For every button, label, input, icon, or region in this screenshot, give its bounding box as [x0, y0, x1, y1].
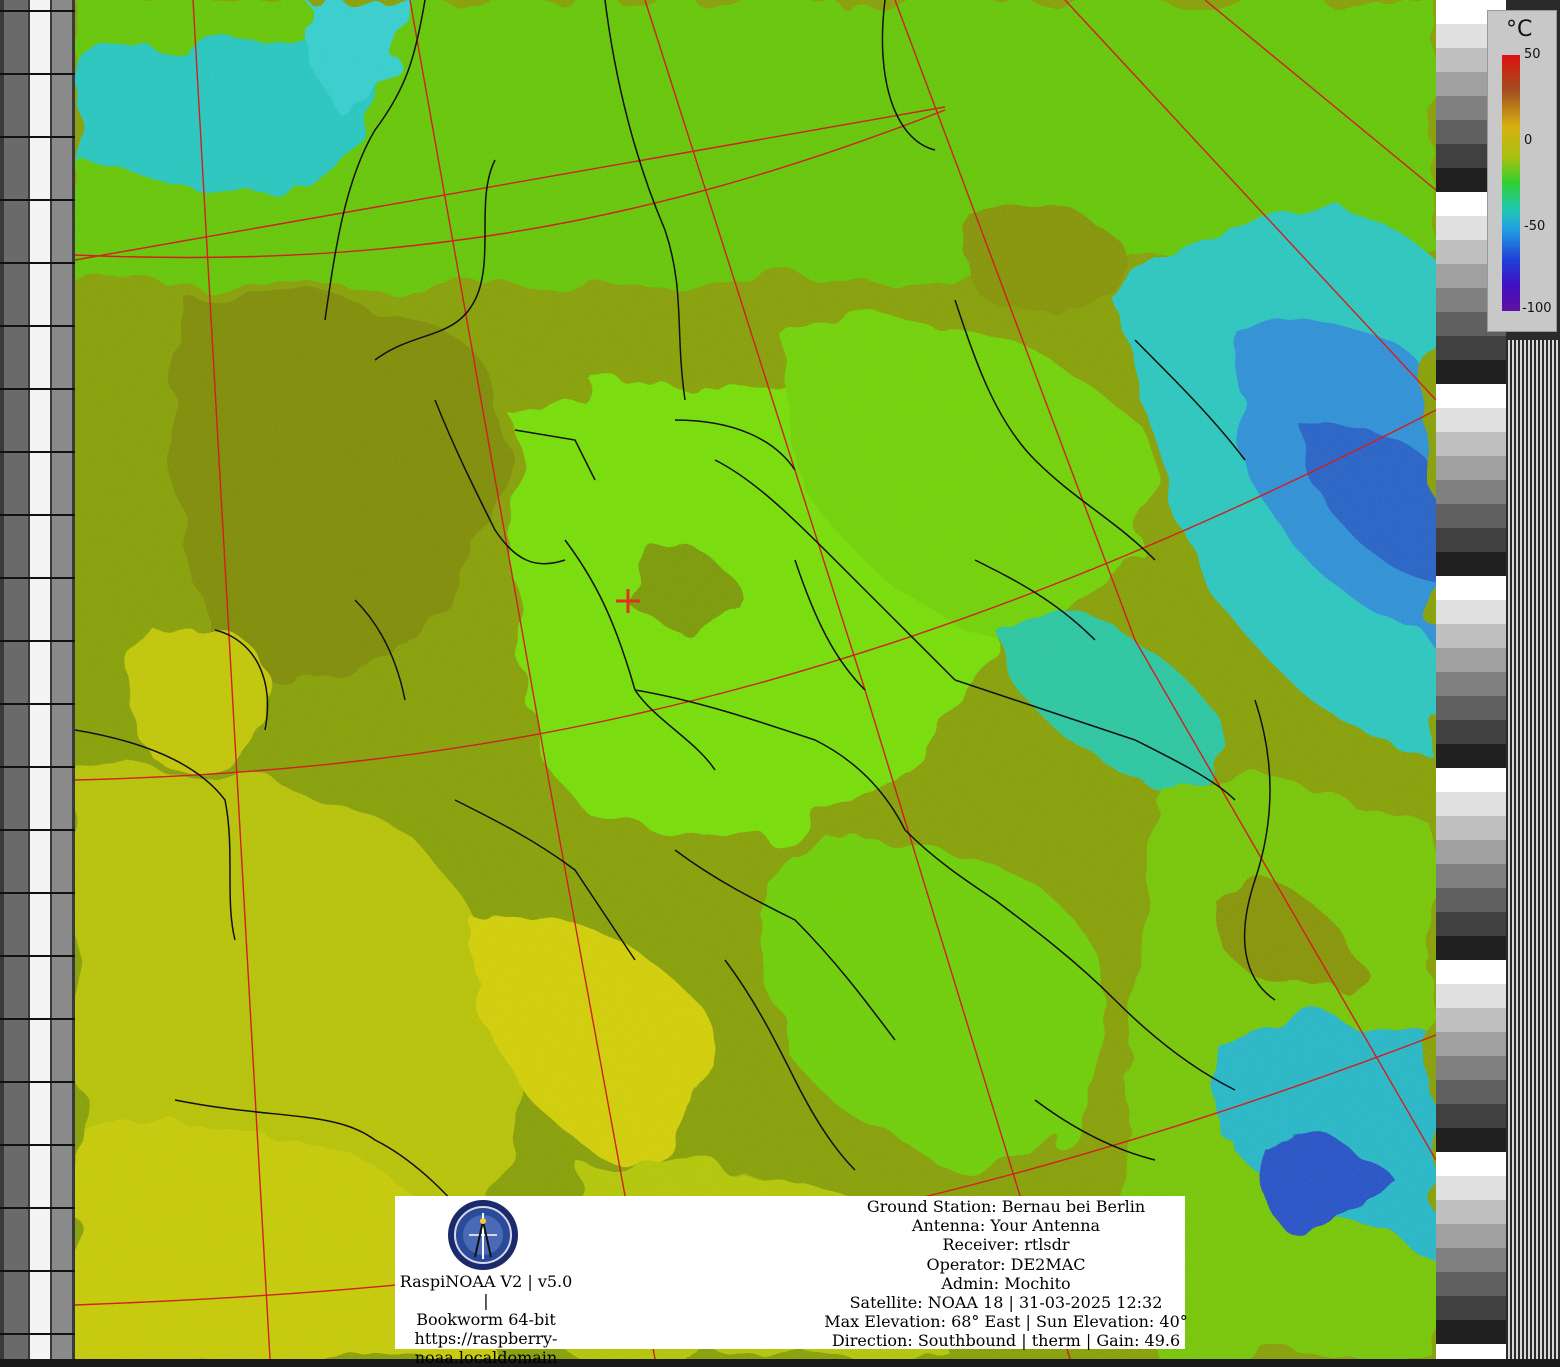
admin-line: Admin: Mochito: [941, 1273, 1071, 1293]
software-line: https://raspberry-: [414, 1329, 558, 1348]
scale-gradient-bar: [1502, 55, 1520, 311]
direction-line: Direction: Southbound | therm | Gain: 49…: [831, 1331, 1181, 1351]
scale-tick: 0: [1524, 133, 1533, 148]
antenna-line: Antenna: Your Antenna: [911, 1216, 1101, 1236]
elevation-line: Max Elevation: 68° East | Sun Elevation:…: [824, 1312, 1188, 1332]
scale-tick: -100: [1522, 301, 1552, 316]
satellite-temperature-map: [75, 0, 1436, 1359]
station-info-panel: RaspiNOAA V2 | v5.0 | Bookworm 64-bit ht…: [395, 1196, 1188, 1367]
scale-unit: °C: [1506, 17, 1533, 42]
software-info: RaspiNOAA V2 | v5.0 | Bookworm 64-bit ht…: [395, 1272, 577, 1367]
software-line: noaa.localdomain: [414, 1348, 558, 1367]
ground-station-line: Ground Station: Bernau bei Berlin: [866, 1197, 1146, 1216]
scale-tick: -50: [1524, 219, 1546, 234]
satellite-line: Satellite: NOAA 18 | 31-03-2025 12:32: [849, 1292, 1163, 1312]
station-details: Ground Station: Bernau bei Berlin Antenn…: [795, 1197, 1217, 1351]
left-telemetry-strip: [0, 0, 75, 1359]
software-line: RaspiNOAA V2 | v5.0 |: [399, 1272, 573, 1310]
raspinoaa-logo-icon: [448, 1200, 518, 1270]
scale-tick: 50: [1524, 47, 1541, 62]
operator-line: Operator: DE2MAC: [926, 1254, 1086, 1274]
temperature-scale: °C 50 0 -50 -100: [1487, 10, 1557, 332]
receiver-line: Receiver: rtlsdr: [942, 1235, 1070, 1255]
software-line: Bookworm 64-bit: [416, 1310, 556, 1329]
